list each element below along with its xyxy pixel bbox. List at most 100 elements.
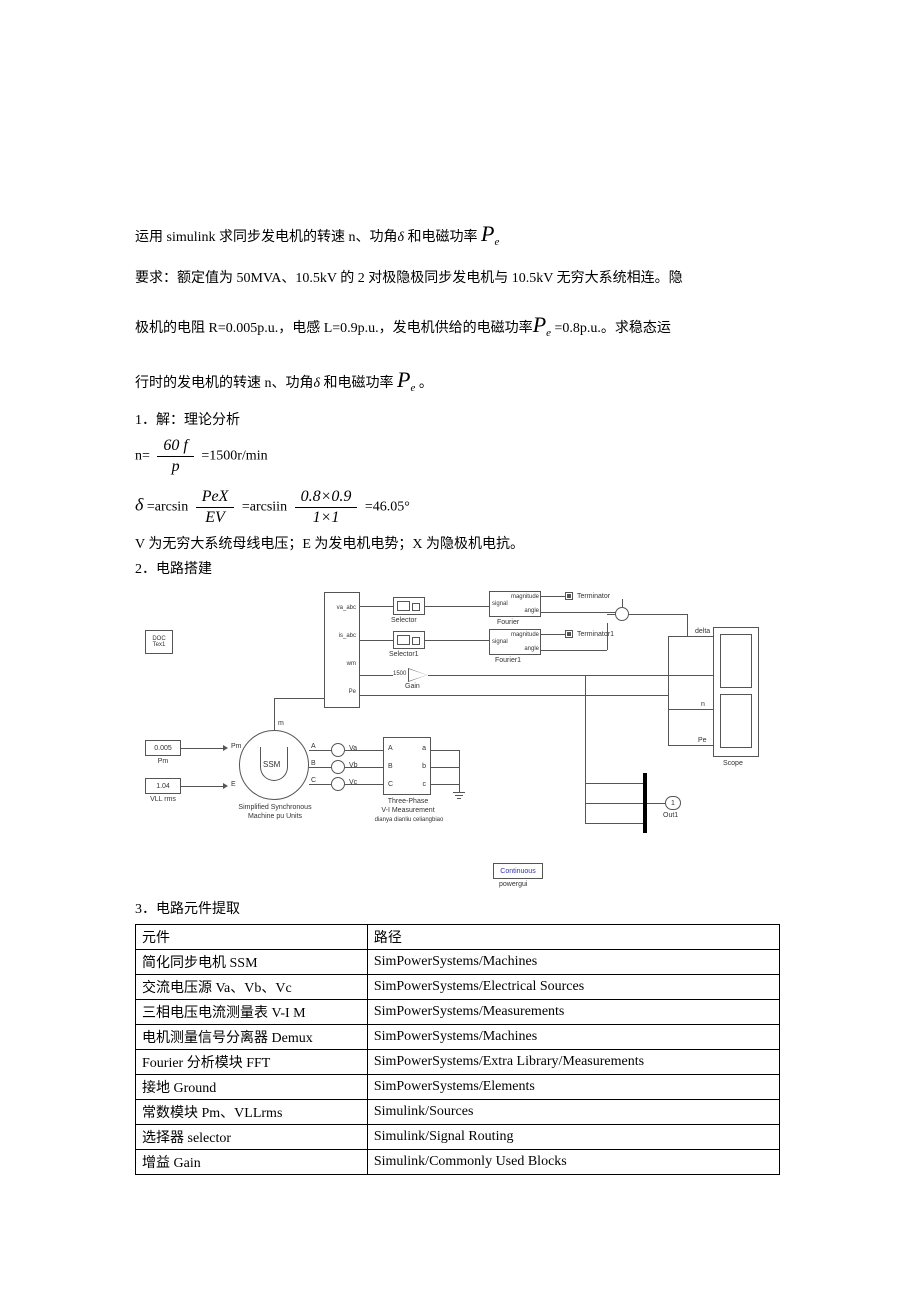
table-row: 增益 GainSimulink/Commonly Used Blocks — [136, 1149, 780, 1174]
table-header-2: 路径 — [367, 924, 779, 949]
pm-port: Pm — [231, 743, 242, 750]
wire — [425, 606, 489, 607]
d-pre: =arcsin — [143, 500, 191, 515]
frac-den: 1×1 — [295, 507, 358, 526]
wire — [360, 606, 393, 607]
wire — [431, 750, 459, 751]
wire — [668, 745, 713, 746]
eq-n: n= 60 f p =1500r/min — [135, 438, 780, 475]
frac-num: 0.8×0.9 — [295, 489, 358, 507]
frac-den: p — [157, 456, 193, 475]
wire — [360, 675, 393, 676]
fourier2-label: Fourier1 — [495, 657, 521, 664]
gain-label: Gain — [405, 683, 420, 690]
demux-block: va_abc is_abc wm Pe — [324, 592, 360, 708]
wire — [345, 784, 383, 785]
doc-block: DOC Tex1 — [145, 630, 173, 654]
wire — [274, 698, 275, 730]
wire — [668, 636, 713, 637]
wire — [647, 803, 665, 804]
arrow-icon — [223, 745, 228, 751]
va-block — [331, 743, 345, 757]
powergui-label: powergui — [499, 881, 527, 888]
fourier1-block: magnitude signal angle — [489, 591, 541, 617]
vimeas-label: Three-Phase V-I Measurement — [373, 798, 443, 815]
wire — [541, 650, 607, 651]
out1-block: 1 — [665, 796, 681, 810]
wire — [345, 750, 383, 751]
wire — [425, 640, 489, 641]
n-out-label: n — [701, 701, 705, 708]
terminator2-block — [565, 630, 573, 638]
wire — [459, 750, 460, 784]
wire — [274, 698, 324, 699]
table-row: 电机测量信号分离器 DemuxSimPowerSystems/Machines — [136, 1024, 780, 1049]
arrow-icon — [223, 783, 228, 789]
terminator1-label: Terminator — [577, 593, 610, 600]
req-line-1: 要求：额定值为 50MVA、10.5kV 的 2 对极隐极同步发电机与 10.5… — [135, 264, 780, 295]
wire — [585, 675, 586, 823]
req2b: =0.8p.u.。求稳态运 — [551, 321, 671, 336]
wire — [585, 803, 643, 804]
wire — [181, 748, 225, 749]
wire — [687, 614, 688, 636]
p-symbol: P — [533, 312, 546, 337]
pe-out-label: Pe — [698, 737, 707, 744]
table-row: 常数模块 Pm、VLLrmsSimulink/Sources — [136, 1099, 780, 1124]
wire — [541, 634, 565, 635]
table-row: 简化同步电机 SSMSimPowerSystems/Machines — [136, 949, 780, 974]
wire — [309, 750, 331, 751]
gain-value: 1500 — [393, 671, 406, 677]
wire — [629, 614, 687, 615]
table-row: 元件 路径 — [136, 924, 780, 949]
wire — [309, 784, 331, 785]
selector2-block — [393, 631, 425, 649]
pm-const: 0.005 — [145, 740, 181, 756]
frac-pex-ev: PeX EV — [196, 489, 235, 526]
fourier1-label: Fourier — [497, 619, 519, 626]
delta-out-label: delta — [695, 628, 710, 635]
table-row: Fourier 分析模块 FFTSimPowerSystems/Extra Li… — [136, 1049, 780, 1074]
frac-num: 60 f — [157, 438, 193, 456]
wire — [622, 599, 623, 607]
frac-num: PeX — [196, 489, 235, 507]
scope-block — [713, 627, 759, 757]
wire — [585, 823, 643, 824]
req3a: 行时的发电机的转速 n、功角 — [135, 376, 314, 391]
section-3: 3．电路元件提取 — [135, 899, 780, 921]
wire — [181, 786, 225, 787]
section-1: 1．解：理论分析 — [135, 410, 780, 432]
wire — [309, 767, 331, 768]
d-mid: =arcsiin — [242, 500, 291, 515]
wire — [428, 675, 668, 676]
selector1-block — [393, 597, 425, 615]
eq-delta: δ =arcsin PeX EV =arcsiin 0.8×0.9 1×1 =4… — [135, 489, 780, 526]
wire — [585, 783, 643, 784]
n-pre: n= — [135, 449, 153, 464]
selector2-label: Selector1 — [389, 651, 419, 658]
powergui-block: Continuous — [493, 863, 543, 879]
simulink-diagram: DOC Tex1 0.005 Pm Pm 1.04 VLL rms E SSM … — [145, 585, 785, 895]
m-label: m — [278, 720, 284, 727]
table-row: 交流电压源 Va、Vb、VcSimPowerSystems/Electrical… — [136, 974, 780, 999]
terminator2-label: Terminator1 — [577, 631, 614, 638]
wire — [668, 709, 713, 710]
wire — [431, 767, 459, 768]
gain-block — [409, 669, 427, 681]
wire — [360, 695, 668, 696]
p-symbol: P — [481, 221, 494, 246]
wire — [324, 645, 325, 698]
wire — [607, 623, 608, 650]
vimeas-block: Aa Bb Cc — [383, 737, 431, 795]
note: V 为无穷大系统母线电压；E 为发电机电势；X 为隐极机电抗。 — [135, 534, 780, 556]
selector1-label: Selector — [391, 617, 417, 624]
req2a: 极机的电阻 R=0.005p.u.，电感 L=0.9p.u.，发电机供给的电磁功… — [135, 321, 533, 336]
wire — [668, 636, 669, 675]
ssm-label: Simplified Synchronous Machine pu Units — [235, 804, 315, 821]
ssm-inner-icon — [260, 747, 288, 781]
sum-block — [615, 607, 629, 621]
vimeas-label2: dianya dianliu celiangbiao — [367, 817, 451, 823]
wire — [607, 614, 615, 615]
fourier2-block: magnitude signal angle — [489, 629, 541, 655]
wire — [345, 767, 383, 768]
